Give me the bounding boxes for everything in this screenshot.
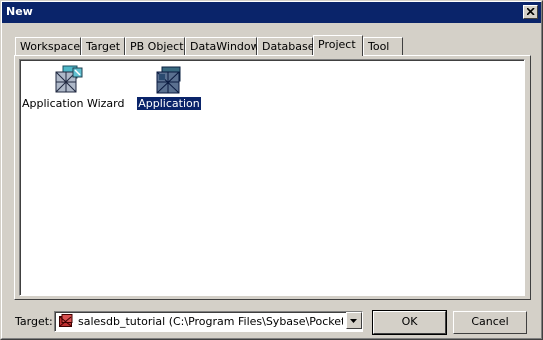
- tab-label: Workspace: [20, 40, 81, 53]
- tab-project[interactable]: Project: [313, 35, 363, 56]
- target-icon: [59, 314, 73, 327]
- tab-label: Target: [86, 40, 121, 53]
- list-item-application[interactable]: Application: [121, 64, 217, 111]
- new-dialog: New Workspace Target PB Object DataWindo…: [0, 0, 543, 340]
- application-wizard-icon: [55, 65, 83, 93]
- tab-label: DataWindow: [190, 40, 260, 53]
- application-icon: [156, 66, 181, 94]
- cancel-button[interactable]: Cancel: [453, 311, 527, 334]
- window-title: New: [6, 5, 33, 18]
- tab-panel: Application Wizard Application: [14, 55, 531, 300]
- ok-label: OK: [401, 315, 418, 328]
- target-value: salesdb_tutorial (C:\Program Files\Sybas…: [78, 315, 343, 328]
- chevron-down-icon: [350, 319, 357, 323]
- title-bar[interactable]: New: [2, 2, 541, 23]
- tab-database[interactable]: Database: [257, 37, 315, 55]
- item-label: Application: [136, 96, 202, 111]
- tab-datawindow[interactable]: DataWindow: [185, 37, 260, 55]
- tab-pb-object[interactable]: PB Object: [125, 37, 185, 55]
- item-list[interactable]: Application Wizard Application: [19, 59, 525, 296]
- target-label: Target:: [15, 315, 53, 328]
- tab-tool[interactable]: Tool: [363, 37, 403, 55]
- tab-target[interactable]: Target: [81, 37, 125, 55]
- tab-label: Database: [262, 40, 315, 53]
- close-icon: [527, 8, 535, 15]
- tab-label: PB Object: [130, 40, 184, 53]
- target-dropdown[interactable]: salesdb_tutorial (C:\Program Files\Sybas…: [54, 311, 363, 332]
- tab-label: Tool: [368, 40, 390, 53]
- item-label: Application Wizard: [22, 97, 125, 110]
- cancel-label: Cancel: [471, 315, 509, 328]
- list-item-application-wizard[interactable]: Application Wizard: [21, 64, 124, 110]
- tab-workspace[interactable]: Workspace: [15, 37, 81, 55]
- ok-button[interactable]: OK: [372, 310, 447, 335]
- close-button[interactable]: [523, 5, 538, 19]
- tab-label: Project: [318, 38, 356, 51]
- dropdown-button[interactable]: [346, 312, 362, 329]
